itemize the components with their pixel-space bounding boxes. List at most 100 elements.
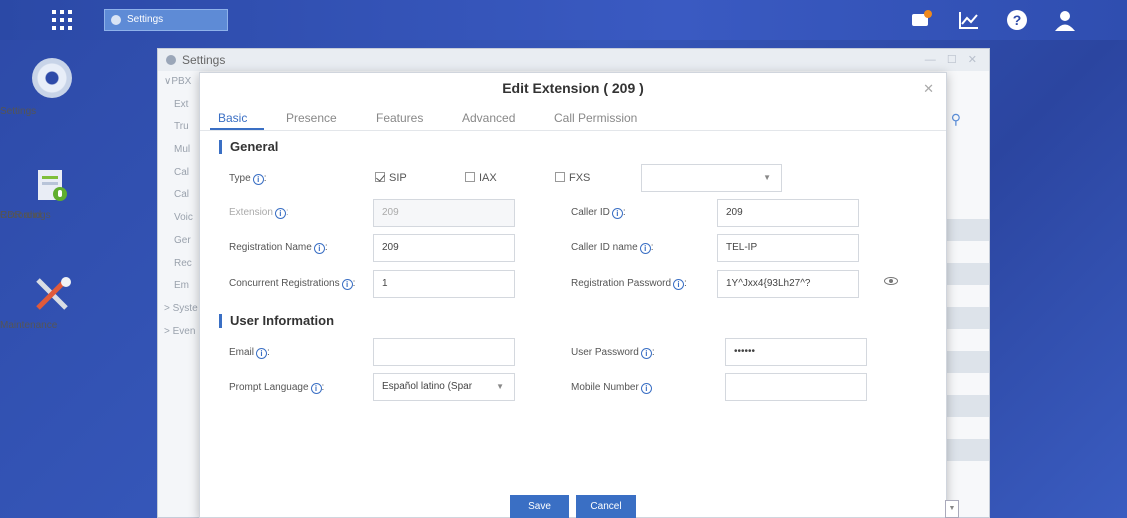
background-row — [941, 351, 989, 373]
caller-id-input[interactable]: 209 — [717, 199, 859, 227]
background-row — [941, 395, 989, 417]
tree-item[interactable]: Rec — [158, 253, 203, 276]
dialog-title: Edit Extension ( 209 ) — [502, 80, 644, 96]
info-icon[interactable]: i — [639, 243, 651, 254]
fxs-port-select[interactable]: ▼ — [641, 164, 782, 192]
mobile-number-input[interactable] — [725, 373, 867, 401]
info-icon[interactable]: i — [640, 348, 652, 359]
registration-password-label-text: Registration Password — [571, 278, 672, 289]
checkbox-checked-icon — [375, 172, 385, 182]
info-icon[interactable]: i — [274, 208, 286, 219]
tab-call-permission[interactable]: Call Permission — [554, 111, 637, 125]
type-sip-checkbox[interactable]: SIP — [375, 172, 407, 184]
tab-features[interactable]: Features — [376, 111, 423, 125]
settings-gear-icon — [32, 58, 72, 98]
user-password-input[interactable]: •••••• — [725, 338, 867, 366]
prompt-language-label: Prompt Language i: — [229, 382, 325, 394]
eye-icon[interactable] — [884, 277, 898, 285]
active-tab-indicator — [210, 128, 264, 130]
app-grid-icon[interactable] — [52, 10, 72, 30]
type-label: Type i: — [229, 173, 267, 185]
checkbox-icon — [465, 172, 475, 182]
user-icon[interactable] — [1054, 10, 1076, 31]
prompt-language-label-text: Prompt Language — [229, 382, 309, 393]
caller-id-label-text: Caller ID — [571, 207, 610, 218]
tree-item[interactable]: > Even — [158, 321, 203, 344]
registration-name-label-text: Registration Name — [229, 242, 312, 253]
info-icon[interactable]: i — [673, 279, 685, 290]
extension-label-text: Extension — [229, 207, 273, 218]
desktop-cdr[interactable]: CDR and Recordings — [0, 168, 104, 221]
tree-item[interactable]: ∨PBX — [158, 71, 203, 94]
iax-label: IAX — [479, 172, 497, 184]
tab-basic[interactable]: Basic — [218, 111, 247, 125]
caller-id-name-label-text: Caller ID name — [571, 242, 638, 253]
type-iax-checkbox[interactable]: IAX — [465, 172, 497, 184]
desktop-cdr-label-2: Recordings — [0, 210, 51, 221]
chart-icon[interactable] — [958, 10, 980, 30]
info-icon[interactable]: i — [611, 208, 623, 219]
chevron-down-icon: ▼ — [496, 382, 504, 391]
extension-input: 209 — [373, 199, 515, 227]
caller-id-name-input[interactable]: TEL-IP — [717, 234, 859, 262]
background-row — [941, 439, 989, 461]
taskbar: Settings ? — [0, 0, 1127, 40]
tree-item[interactable]: Tru — [158, 116, 203, 139]
cancel-button[interactable]: Cancel — [576, 495, 636, 518]
prompt-language-value: Español latino (Spar — [382, 381, 473, 392]
info-icon[interactable]: i — [310, 383, 322, 394]
registration-name-label: Registration Name i: — [229, 242, 328, 254]
extension-label: Extension i: — [229, 207, 289, 219]
info-icon[interactable]: i — [640, 383, 652, 394]
cdr-recordings-icon — [36, 168, 68, 204]
user-password-label: User Password i: — [571, 347, 655, 359]
gear-icon — [111, 15, 121, 25]
tree-item[interactable]: Cal — [158, 162, 203, 185]
tree-item[interactable]: Em — [158, 275, 203, 298]
desktop-maintenance[interactable]: Maintenance — [0, 276, 104, 331]
settings-task-label: Settings — [127, 14, 164, 25]
tree-item[interactable]: Cal — [158, 184, 203, 207]
caller-id-label: Caller ID i: — [571, 207, 626, 219]
registration-password-label: Registration Password i: — [571, 278, 687, 290]
scroll-down-icon[interactable]: ▼ — [945, 500, 959, 518]
concurrent-registrations-label-text: Concurrent Registrations — [229, 278, 340, 289]
tab-bar: Basic Presence Features Advanced Call Pe… — [200, 106, 946, 131]
search-icon[interactable]: ⚲ — [951, 111, 961, 128]
general-heading: General — [219, 140, 278, 154]
registration-name-input[interactable]: 209 — [373, 234, 515, 262]
sip-label: SIP — [389, 172, 407, 184]
tab-advanced[interactable]: Advanced — [462, 111, 515, 125]
settings-window-title: Settings — [182, 53, 226, 67]
registration-password-input[interactable]: 1Y^Jxx4{93Lh27^? — [717, 270, 859, 298]
user-password-label-text: User Password — [571, 347, 639, 358]
tree-item[interactable]: Ext — [158, 94, 203, 117]
tab-presence[interactable]: Presence — [286, 111, 337, 125]
save-button[interactable]: Save — [510, 495, 569, 518]
email-label-text: Email — [229, 347, 255, 358]
settings-task-button[interactable]: Settings — [104, 9, 228, 31]
prompt-language-select[interactable]: Español latino (Spar ▼ — [373, 373, 515, 401]
tools-icon — [32, 276, 72, 312]
email-input[interactable] — [373, 338, 515, 366]
concurrent-registrations-input[interactable]: 1 — [373, 270, 515, 298]
close-icon[interactable]: ✕ — [923, 81, 934, 97]
window-controls[interactable]: — ☐ ✕ — [925, 49, 981, 71]
tree-item[interactable]: Ger — [158, 230, 203, 253]
info-icon[interactable]: i — [313, 243, 325, 254]
type-fxs-checkbox[interactable]: FXS — [555, 172, 590, 184]
caller-id-name-label: Caller ID name i: — [571, 242, 654, 254]
type-label-text: Type — [229, 173, 251, 184]
tree-item[interactable]: Voic — [158, 207, 203, 230]
desktop-settings[interactable]: Settings — [0, 58, 104, 117]
info-icon[interactable]: i — [252, 174, 264, 185]
notification-icon[interactable] — [912, 10, 934, 30]
email-label: Email i: — [229, 347, 270, 359]
tree-item[interactable]: > Syste — [158, 298, 203, 321]
chevron-down-icon: ▼ — [763, 173, 771, 182]
info-icon[interactable]: i — [256, 348, 268, 359]
info-icon[interactable]: i — [341, 279, 353, 290]
help-icon[interactable]: ? — [1007, 10, 1029, 30]
tree-item[interactable]: Mul — [158, 139, 203, 162]
settings-window-titlebar[interactable]: Settings — ☐ ✕ — [158, 49, 989, 71]
